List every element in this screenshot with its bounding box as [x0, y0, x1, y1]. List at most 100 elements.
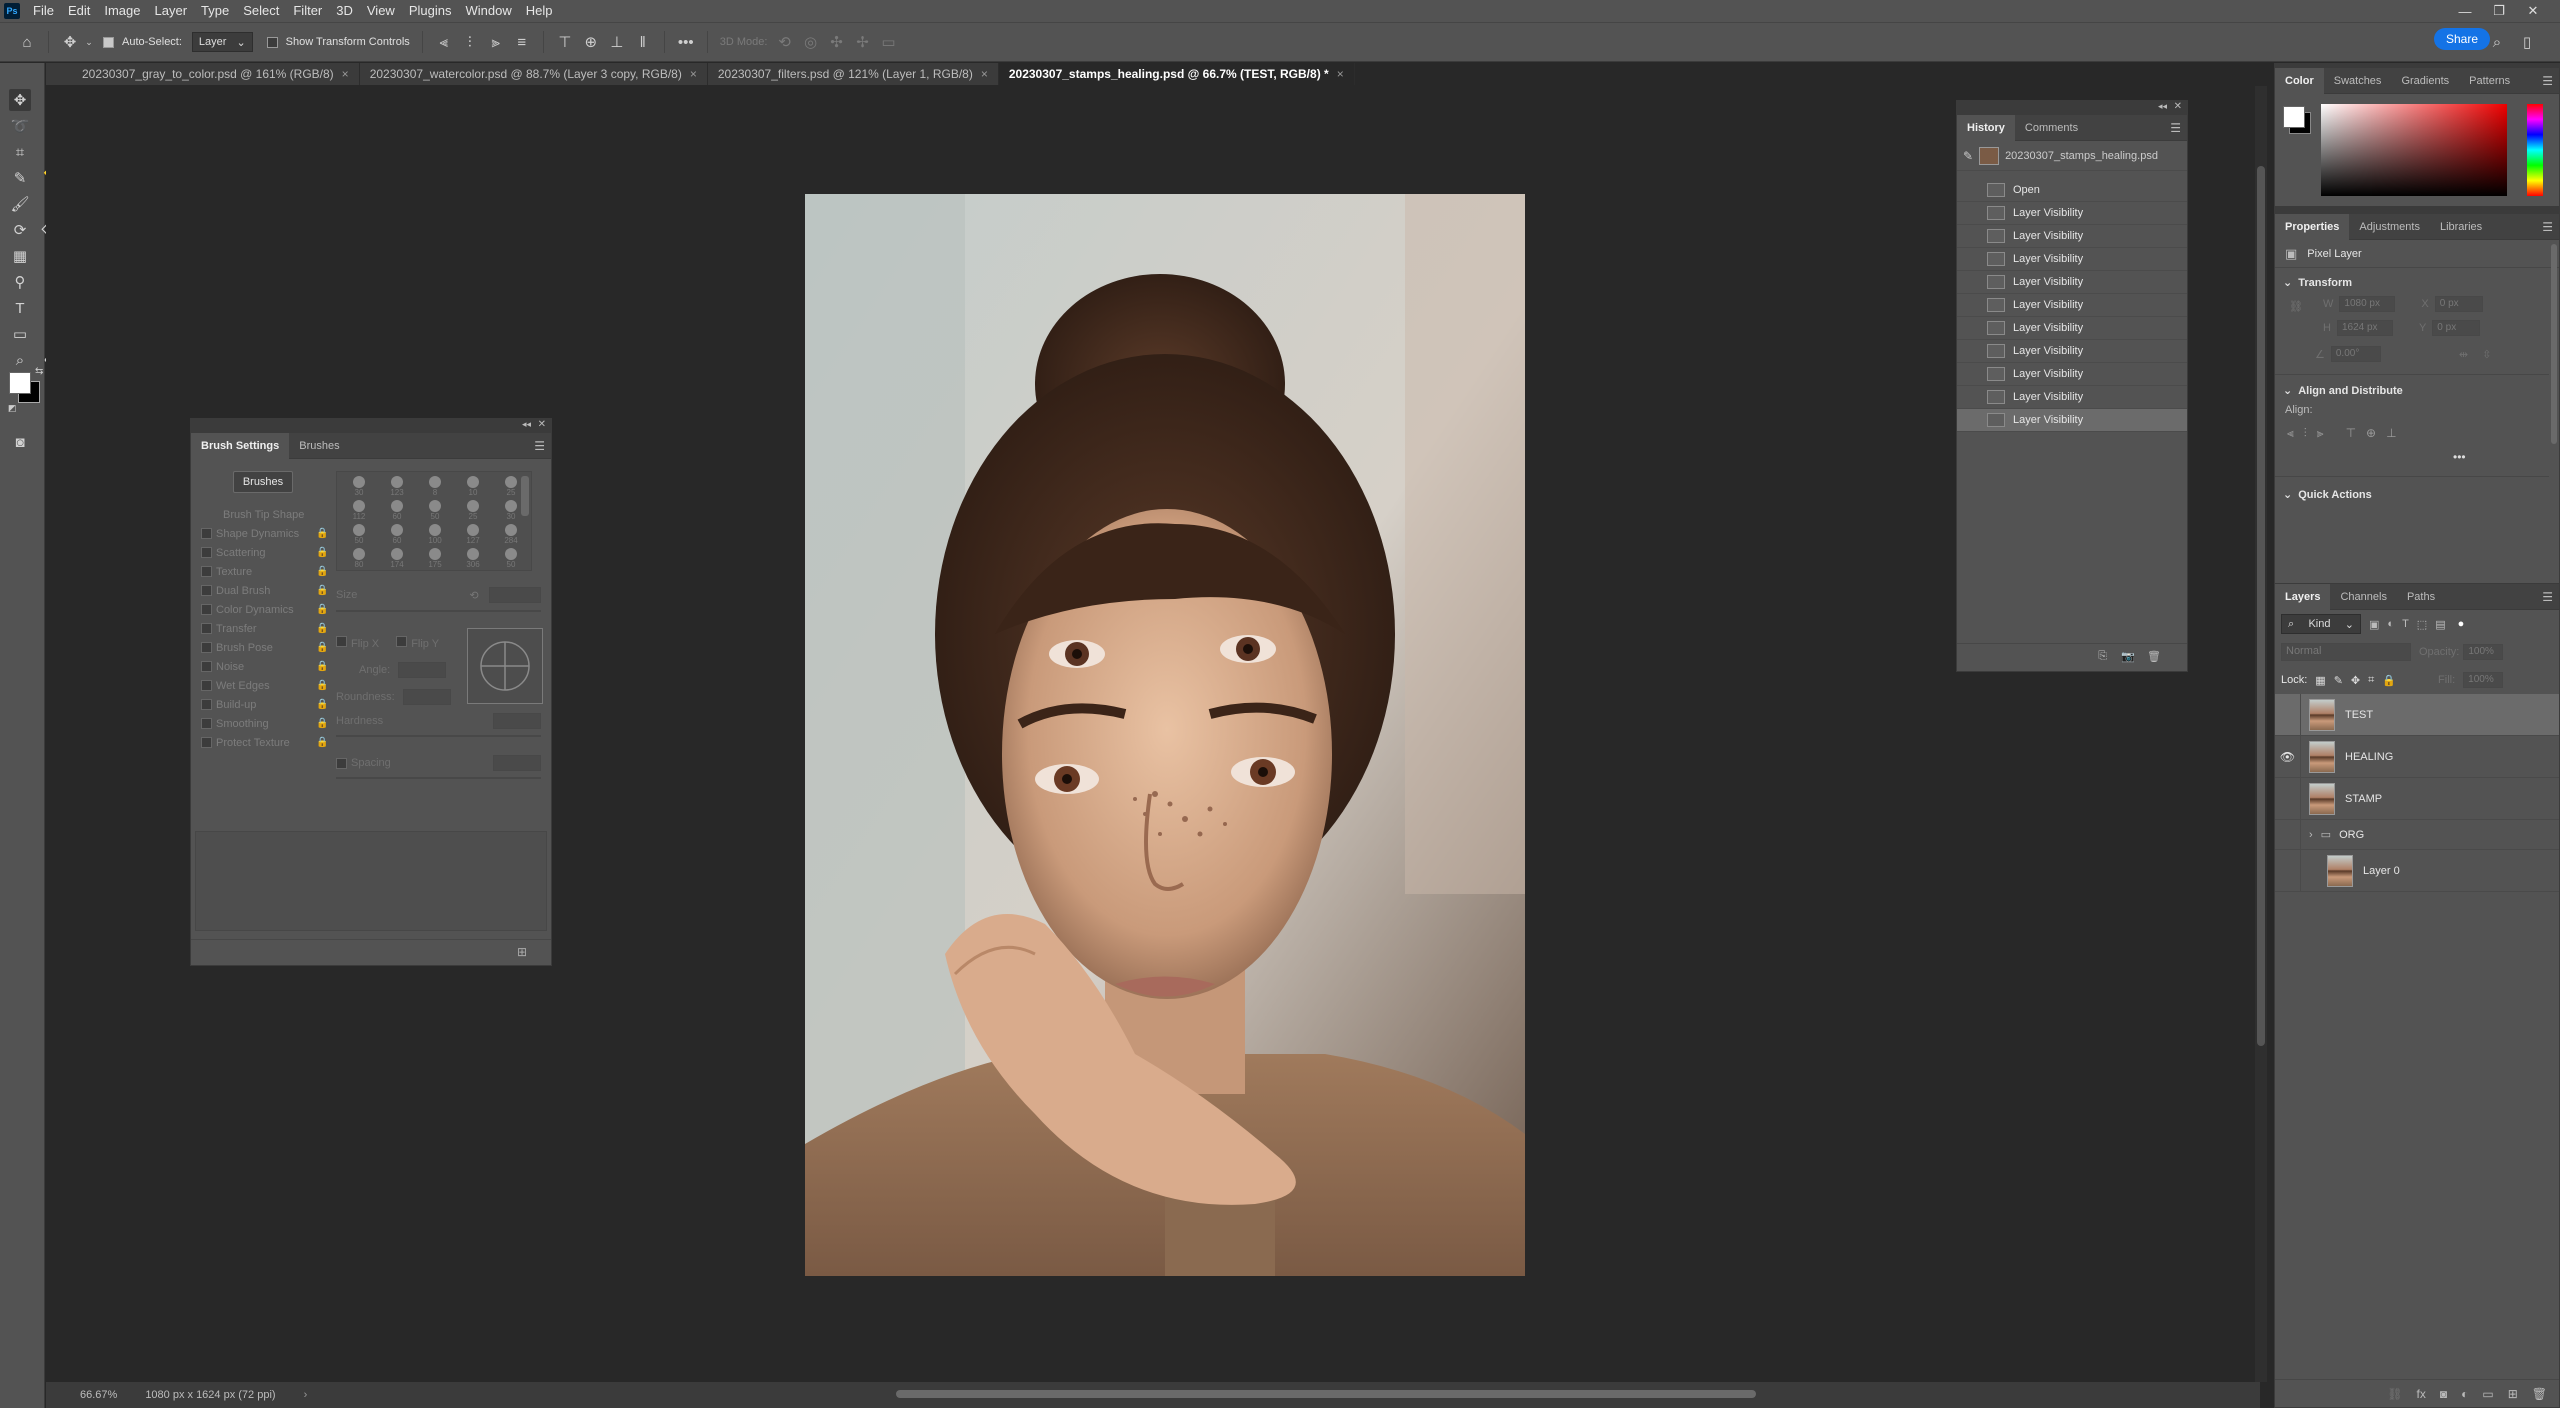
brush-preset[interactable]: 50: [419, 500, 451, 522]
zoom-level[interactable]: 66.67%: [80, 1389, 117, 1401]
adjustment-layer-icon[interactable]: ◐: [2461, 1387, 2468, 1401]
option-build-up[interactable]: Build-up 🔒: [201, 695, 331, 714]
lock-transparent-pixels-icon[interactable]: ▦: [2315, 674, 2325, 687]
close-icon[interactable]: ×: [342, 67, 349, 81]
camera-snapshot-icon[interactable]: 📷: [2121, 650, 2135, 663]
layer-row[interactable]: Layer 0: [2275, 850, 2559, 892]
visibility-eye-icon[interactable]: [2275, 850, 2301, 891]
add-mask-icon[interactable]: ◙: [2440, 1387, 2447, 1401]
option-scattering[interactable]: Scattering 🔒: [201, 543, 331, 562]
canvas-horizontal-scrollbar[interactable]: [896, 1390, 1756, 1398]
filter-type-icon[interactable]: T: [2402, 618, 2409, 630]
history-step[interactable]: Layer Visibility: [1957, 294, 2187, 317]
option-smoothing[interactable]: Smoothing 🔒: [201, 714, 331, 733]
history-step[interactable]: Layer Visibility: [1957, 248, 2187, 271]
align-right-icon[interactable]: ⫸: [2317, 426, 2324, 441]
distribute-horizontal-icon[interactable]: ‖: [630, 31, 656, 53]
history-step[interactable]: Layer Visibility: [1957, 409, 2187, 432]
more-align-options[interactable]: •••: [2453, 450, 2466, 464]
tab-filters[interactable]: 20230307_filters.psd @ 121% (Layer 1, RG…: [708, 63, 999, 85]
tab-color[interactable]: Color: [2275, 67, 2324, 94]
trash-icon[interactable]: 🗑: [2532, 1387, 2547, 1401]
filter-toggle-icon[interactable]: ●: [2458, 618, 2465, 630]
link-layers-icon[interactable]: ⛓: [2387, 1387, 2402, 1401]
align-left-icon[interactable]: ⫷: [2287, 426, 2294, 441]
flip-y-checkbox[interactable]: [396, 636, 408, 647]
zoom-tool-icon[interactable]: ⌕: [9, 349, 31, 371]
lock-icon[interactable]: 🔒: [316, 623, 328, 634]
canvas-vertical-scrollbar[interactable]: [2255, 86, 2267, 1382]
layer-row[interactable]: › ▭ ORG: [2275, 820, 2559, 850]
close-icon[interactable]: ×: [1337, 67, 1344, 81]
menu-file[interactable]: File: [26, 0, 61, 22]
roundness-field[interactable]: [402, 689, 451, 705]
lock-icon[interactable]: 🔒: [316, 718, 328, 729]
lock-icon[interactable]: 🔒: [316, 699, 328, 710]
lock-all-icon[interactable]: 🔒: [2382, 674, 2396, 687]
tab-libraries[interactable]: Libraries: [2430, 214, 2492, 240]
history-step[interactable]: Layer Visibility: [1957, 386, 2187, 409]
search-icon[interactable]: ⌕: [2484, 31, 2510, 53]
align-section-header[interactable]: ⌄ Align and Distribute: [2283, 384, 2403, 398]
dodge-tool-icon[interactable]: ⚲: [9, 271, 31, 293]
history-step[interactable]: Layer Visibility: [1957, 202, 2187, 225]
layer-row[interactable]: 👁 HEALING: [2275, 736, 2559, 778]
panel-grip[interactable]: ◂◂ ✕: [191, 419, 551, 433]
align-bottom-icon[interactable]: ⊥: [2386, 426, 2396, 441]
menu-select[interactable]: Select: [236, 0, 286, 22]
collapse-icon[interactable]: ◂◂: [522, 419, 531, 430]
flip-vertical-icon[interactable]: ⇳: [2482, 348, 2491, 361]
opacity-field[interactable]: 100%: [2463, 644, 2504, 660]
tab-stamps-healing[interactable]: 20230307_stamps_healing.psd @ 66.7% (TES…: [998, 63, 1355, 85]
camera-3d-icon[interactable]: ▭: [875, 31, 901, 53]
default-colors-icon[interactable]: ◩: [8, 403, 17, 414]
angle-field[interactable]: [398, 662, 447, 678]
panel-menu-icon[interactable]: ☰: [2542, 590, 2553, 604]
lock-icon[interactable]: 🔒: [316, 661, 328, 672]
tab-history[interactable]: History: [1957, 114, 2015, 141]
width-field[interactable]: 1080 px: [2339, 296, 2396, 312]
history-step[interactable]: Layer Visibility: [1957, 363, 2187, 386]
filter-smart-object-icon[interactable]: ▤: [2435, 618, 2445, 631]
visibility-eye-icon[interactable]: [2275, 820, 2301, 849]
option-protect-texture[interactable]: Protect Texture 🔒: [201, 733, 331, 752]
properties-scroll-thumb[interactable]: [2551, 244, 2557, 444]
brush-preset[interactable]: 174: [381, 548, 413, 570]
color-field[interactable]: [2321, 104, 2507, 196]
minimize-icon[interactable]: —: [2448, 0, 2482, 22]
option-color-dynamics[interactable]: Color Dynamics 🔒: [201, 600, 331, 619]
brushes-button[interactable]: Brushes: [233, 471, 293, 493]
auto-select-dropdown[interactable]: Layer ⌄: [191, 32, 253, 52]
brush-preset[interactable]: 10: [457, 476, 489, 498]
chevron-down-icon[interactable]: ⌄: [83, 31, 95, 53]
orbit-3d-icon[interactable]: ⟲: [771, 31, 797, 53]
align-middle-icon[interactable]: ⊕: [2366, 426, 2376, 441]
spacing-checkbox[interactable]: [336, 757, 347, 769]
align-top-edges-icon[interactable]: ⊤: [552, 31, 578, 53]
brush-preset[interactable]: 50: [343, 524, 375, 546]
visibility-eye-icon[interactable]: [2275, 694, 2301, 735]
restore-icon[interactable]: ❐: [2482, 0, 2516, 22]
auto-select-checkbox[interactable]: [103, 36, 114, 48]
tab-paths[interactable]: Paths: [2397, 584, 2445, 610]
brush-preset[interactable]: 60: [381, 500, 413, 522]
brush-preset[interactable]: 112: [343, 500, 375, 522]
option-wet-edges[interactable]: Wet Edges 🔒: [201, 676, 331, 695]
roll-3d-icon[interactable]: ◎: [797, 31, 823, 53]
chevron-right-icon[interactable]: ›: [2309, 829, 2313, 841]
option-brush-tip-shape[interactable]: Brush Tip Shape: [201, 505, 331, 524]
fill-field[interactable]: 100%: [2463, 672, 2504, 688]
menu-view[interactable]: View: [360, 0, 402, 22]
history-step[interactable]: Layer Visibility: [1957, 317, 2187, 340]
align-vertical-centers-icon[interactable]: ⊕: [578, 31, 604, 53]
flip-x-checkbox[interactable]: [336, 636, 347, 647]
lock-icon[interactable]: 🔒: [316, 585, 328, 596]
layer-name[interactable]: TEST: [2345, 709, 2373, 721]
align-horizontal-centers-icon[interactable]: ⫶: [457, 31, 483, 53]
foreground-color-swatch[interactable]: [9, 372, 31, 394]
align-center-icon[interactable]: ⫶: [2304, 426, 2307, 441]
layer-row[interactable]: TEST: [2275, 694, 2559, 736]
close-icon[interactable]: ✕: [2174, 101, 2182, 112]
workspace-icon[interactable]: ▯: [2514, 31, 2540, 53]
share-button[interactable]: Share: [2433, 28, 2490, 50]
